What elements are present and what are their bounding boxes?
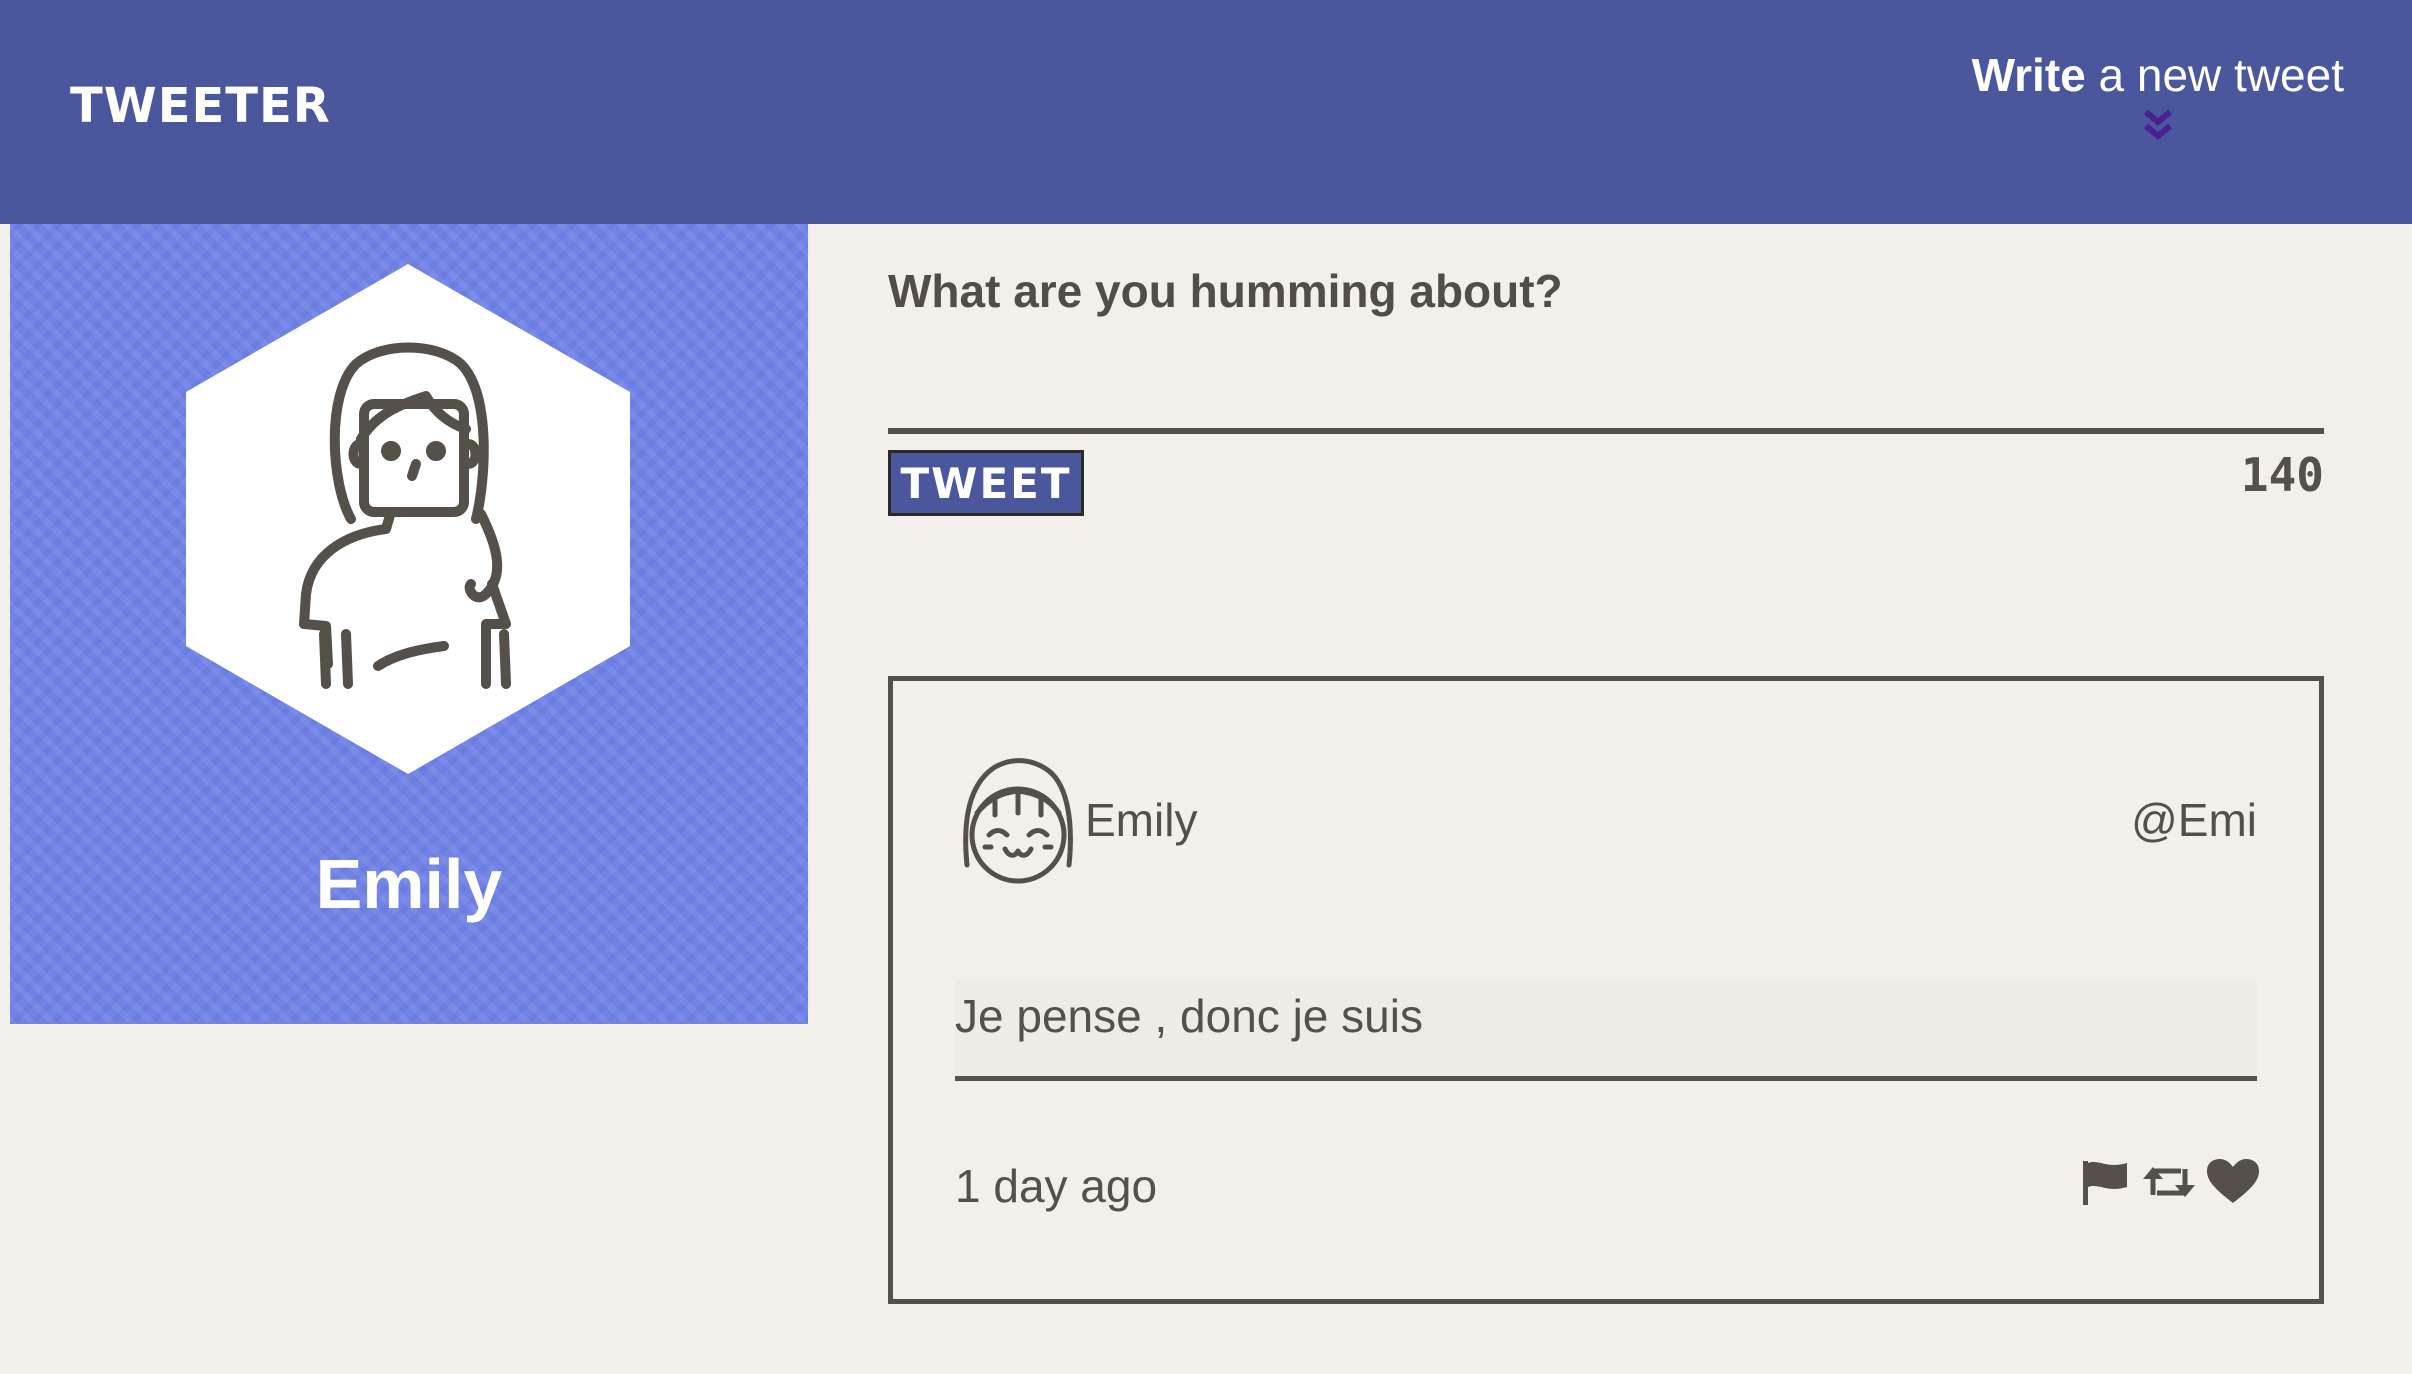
top-nav-bar: TWEETER Write a new tweet — [0, 0, 2412, 224]
profile-name: Emily — [315, 845, 503, 923]
compose-form: What are you humming about? TWEET 140 — [888, 264, 2324, 516]
tweet-actions — [2077, 1157, 2261, 1207]
smiling-girl-avatar-icon — [963, 758, 1073, 884]
flag-icon[interactable] — [2077, 1157, 2133, 1207]
write-new-tweet-label: Write a new tweet — [1971, 49, 2344, 101]
char-counter: 140 — [2240, 448, 2324, 502]
tweet-timestamp: 1 day ago — [955, 1160, 1158, 1212]
brand-logo[interactable]: TWEETER — [70, 78, 331, 134]
tweet-card: Emily @Emi Je pense , donc je suis 1 day… — [888, 676, 2324, 1304]
tweet-author-name: Emily — [1085, 794, 1198, 846]
tweet-text: Je pense , donc je suis — [955, 981, 2257, 1081]
tweet-author-handle: @Emi — [2131, 794, 2257, 846]
retweet-icon[interactable] — [2141, 1157, 2197, 1207]
profile-card: Emily — [10, 224, 808, 1024]
tweet-text-input[interactable] — [888, 320, 2324, 434]
compose-prompt-label: What are you humming about? — [888, 265, 1563, 317]
write-new-tweet-toggle[interactable]: Write a new tweet — [1972, 48, 2344, 146]
tweet-submit-button[interactable]: TWEET — [888, 450, 1084, 516]
double-chevron-down-icon[interactable] — [2138, 106, 2178, 146]
heart-icon[interactable] — [2205, 1157, 2261, 1207]
woman-avatar-icon — [186, 264, 630, 774]
